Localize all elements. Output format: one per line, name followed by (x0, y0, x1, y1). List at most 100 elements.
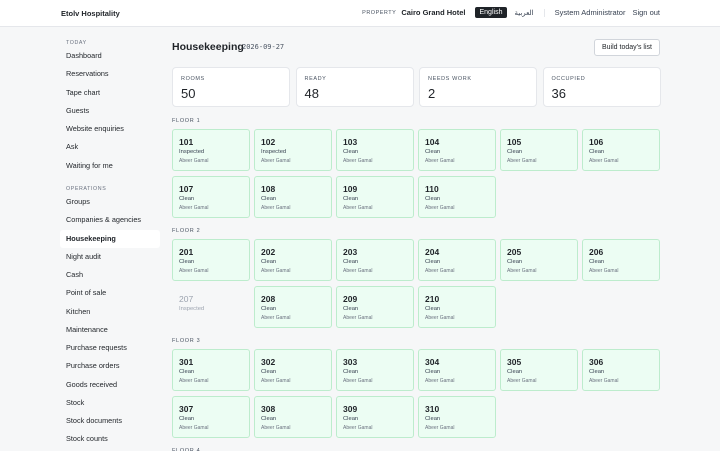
property-label: PROPERTY (362, 9, 397, 16)
room-card-308[interactable]: 308 Clean Abeer Gamal (254, 396, 332, 438)
stat-value: 2 (428, 86, 436, 101)
sidebar-item-maintenance[interactable]: Maintenance (60, 321, 160, 339)
room-card-201[interactable]: 201 Clean Abeer Gamal (172, 239, 250, 281)
sign-out-link[interactable]: Sign out (632, 8, 660, 17)
room-card-303[interactable]: 303 Clean Abeer Gamal (336, 349, 414, 391)
room-card-101[interactable]: 101 Inspected Abeer Gamal (172, 129, 250, 171)
room-attendant: Abeer Gamal (261, 158, 291, 164)
sidebar-item-point-of-sale[interactable]: Point of sale (60, 284, 160, 302)
sidebar-item-groups[interactable]: Groups (60, 193, 160, 211)
sidebar-item-guests[interactable]: Guests (60, 102, 160, 120)
room-status: Inspected (179, 149, 205, 155)
floor-label: FLOOR 1 (172, 118, 201, 124)
room-card-301[interactable]: 301 Clean Abeer Gamal (172, 349, 250, 391)
room-status: Clean (179, 259, 195, 265)
sidebar-item-kitchen[interactable]: Kitchen (60, 303, 160, 321)
room-attendant: Abeer Gamal (179, 158, 209, 164)
room-attendant: Abeer Gamal (179, 425, 209, 431)
sidebar-item-purchase-orders[interactable]: Purchase orders (60, 357, 160, 375)
stat-card-ready: READY 48 (295, 67, 414, 107)
room-status: Clean (261, 259, 277, 265)
room-number: 104 (425, 137, 440, 147)
room-status: Clean (425, 306, 441, 312)
room-card-107[interactable]: 107 Clean Abeer Gamal (172, 176, 250, 218)
room-card-108[interactable]: 108 Clean Abeer Gamal (254, 176, 332, 218)
room-number: 109 (343, 184, 358, 194)
sidebar-item-purchase-requests[interactable]: Purchase requests (60, 339, 160, 357)
room-card-203[interactable]: 203 Clean Abeer Gamal (336, 239, 414, 281)
sidebar-item-stock[interactable]: Stock (60, 394, 160, 412)
room-card-109[interactable]: 109 Clean Abeer Gamal (336, 176, 414, 218)
room-card-206[interactable]: 206 Clean Abeer Gamal (582, 239, 660, 281)
room-card-306[interactable]: 306 Clean Abeer Gamal (582, 349, 660, 391)
sidebar-item-dashboard[interactable]: Dashboard (60, 47, 160, 65)
sidebar-item-waiting-for-me[interactable]: Waiting for me (60, 157, 160, 175)
sidebar-item-housekeeping[interactable]: Housekeeping (60, 229, 160, 248)
room-number: 202 (261, 247, 276, 257)
room-card-103[interactable]: 103 Clean Abeer Gamal (336, 129, 414, 171)
room-attendant: Abeer Gamal (343, 378, 373, 384)
room-attendant: Abeer Gamal (179, 268, 209, 274)
room-card-202[interactable]: 202 Clean Abeer Gamal (254, 239, 332, 281)
room-card-209[interactable]: 209 Clean Abeer Gamal (336, 286, 414, 328)
sidebar-item-website-enquiries[interactable]: Website enquiries (60, 120, 160, 138)
room-attendant: Abeer Gamal (261, 205, 291, 211)
room-card-208[interactable]: 208 Clean Abeer Gamal (254, 286, 332, 328)
room-card-307[interactable]: 307 Clean Abeer Gamal (172, 396, 250, 438)
brand-name[interactable]: Etolv Hospitality (61, 9, 120, 18)
language-english-button[interactable]: English (474, 7, 508, 18)
room-number: 209 (343, 294, 358, 304)
room-card-102[interactable]: 102 Inspected Abeer Gamal (254, 129, 332, 171)
room-status: Clean (589, 369, 605, 375)
room-card-309[interactable]: 309 Clean Abeer Gamal (336, 396, 414, 438)
build-todays-list-button[interactable]: Build today's list (594, 39, 660, 56)
room-card-110[interactable]: 110 Clean Abeer Gamal (418, 176, 496, 218)
top-bar: Etolv Hospitality PROPERTY Cairo Grand H… (0, 0, 720, 27)
room-attendant: Abeer Gamal (261, 425, 291, 431)
room-card-207[interactable]: 207 Inspected (172, 286, 250, 328)
room-number: 110 (425, 184, 439, 194)
property-selector[interactable]: Cairo Grand Hotel (401, 8, 465, 17)
sidebar-item-goods-received[interactable]: Goods received (60, 376, 160, 394)
room-card-205[interactable]: 205 Clean Abeer Gamal (500, 239, 578, 281)
sidebar-item-stock-documents[interactable]: Stock documents (60, 412, 160, 430)
room-status: Clean (179, 196, 195, 202)
room-status: Clean (343, 416, 359, 422)
room-number: 203 (343, 247, 358, 257)
room-status: Clean (343, 196, 359, 202)
room-status: Clean (343, 259, 359, 265)
room-card-204[interactable]: 204 Clean Abeer Gamal (418, 239, 496, 281)
room-number: 306 (589, 357, 604, 367)
top-right-controls: PROPERTY Cairo Grand Hotel English العرب… (362, 7, 660, 18)
sidebar-item-companies-and-agencies[interactable]: Companies & agencies (60, 211, 160, 229)
sidebar-item-night-audit[interactable]: Night audit (60, 248, 160, 266)
room-status: Clean (507, 259, 523, 265)
room-number: 309 (343, 404, 358, 414)
stat-label: READY (304, 76, 327, 82)
sidebar-item-cash[interactable]: Cash (60, 266, 160, 284)
sidebar-item-reservations[interactable]: Reservations (60, 65, 160, 83)
stat-card-rooms: ROOMS 50 (172, 67, 290, 107)
room-status: Inspected (261, 149, 287, 155)
sidebar-item-ask[interactable]: Ask (60, 138, 160, 156)
sidebar-item-tape-chart[interactable]: Tape chart (60, 84, 160, 102)
room-status: Clean (589, 149, 605, 155)
page-date: 2026-09-27 (242, 43, 285, 51)
room-card-210[interactable]: 210 Clean Abeer Gamal (418, 286, 496, 328)
room-attendant: Abeer Gamal (425, 268, 455, 274)
room-card-106[interactable]: 106 Clean Abeer Gamal (582, 129, 660, 171)
room-number: 210 (425, 294, 440, 304)
room-number: 310 (425, 404, 440, 414)
language-arabic-button[interactable]: العربية (514, 8, 545, 17)
current-user[interactable]: System Administrator (555, 8, 626, 17)
room-card-304[interactable]: 304 Clean Abeer Gamal (418, 349, 496, 391)
room-card-305[interactable]: 305 Clean Abeer Gamal (500, 349, 578, 391)
room-card-310[interactable]: 310 Clean Abeer Gamal (418, 396, 496, 438)
room-number: 103 (343, 137, 358, 147)
room-card-302[interactable]: 302 Clean Abeer Gamal (254, 349, 332, 391)
page-title: Housekeeping (172, 41, 244, 53)
sidebar-item-stock-counts[interactable]: Stock counts (60, 430, 160, 448)
room-card-104[interactable]: 104 Clean Abeer Gamal (418, 129, 496, 171)
room-number: 308 (261, 404, 276, 414)
room-card-105[interactable]: 105 Clean Abeer Gamal (500, 129, 578, 171)
